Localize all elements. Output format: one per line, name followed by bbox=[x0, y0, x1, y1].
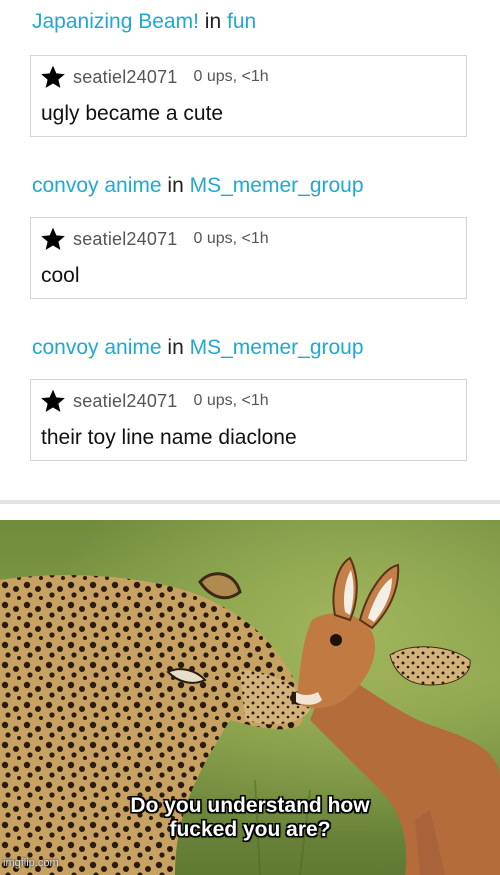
stream-link[interactable]: MS_memer_group bbox=[190, 174, 364, 197]
post-link[interactable]: convoy anime bbox=[32, 336, 162, 359]
section-divider bbox=[0, 500, 500, 504]
comment-stats: 0 ups, <1h bbox=[193, 68, 269, 85]
comment-card: seatiel24071 0 ups, <1h cool bbox=[30, 217, 467, 299]
in-label: in bbox=[167, 336, 184, 359]
meme-caption-line1: Do you understand how bbox=[130, 794, 370, 817]
stream-link[interactable]: MS_memer_group bbox=[190, 336, 364, 359]
stream-link[interactable]: fun bbox=[227, 10, 256, 33]
post-link[interactable]: Japanizing Beam! bbox=[32, 10, 199, 33]
star-icon[interactable] bbox=[39, 226, 67, 252]
meme-image: Do you understand how fucked you are? bbox=[0, 520, 500, 875]
star-icon[interactable] bbox=[39, 388, 67, 414]
comment-context: convoy anime in MS_memer_group bbox=[32, 336, 364, 360]
comment-text: ugly became a cute bbox=[41, 102, 224, 125]
star-icon[interactable] bbox=[39, 64, 67, 90]
in-label: in bbox=[204, 10, 222, 33]
comment-stats: 0 ups, <1h bbox=[193, 230, 269, 247]
comment-feed: Japanizing Beam! in fun seatiel24071 0 u… bbox=[0, 0, 500, 505]
comment-meta: seatiel24071 0 ups, <1h bbox=[39, 388, 269, 414]
username-link[interactable]: seatiel24071 bbox=[73, 229, 178, 250]
comment-card: seatiel24071 0 ups, <1h their toy line n… bbox=[30, 379, 467, 461]
comment-text: their toy line name diaclone bbox=[41, 426, 297, 449]
username-link[interactable]: seatiel24071 bbox=[73, 391, 178, 412]
in-label: in bbox=[167, 174, 184, 197]
username-link[interactable]: seatiel24071 bbox=[73, 67, 178, 88]
post-link[interactable]: convoy anime bbox=[32, 174, 162, 197]
comment-text: cool bbox=[41, 264, 80, 287]
comment-stats: 0 ups, <1h bbox=[193, 392, 269, 409]
watermark: imgflip.com bbox=[3, 857, 59, 869]
comment-meta: seatiel24071 0 ups, <1h bbox=[39, 226, 269, 252]
comment-context: convoy anime in MS_memer_group bbox=[32, 174, 364, 198]
comment-context: Japanizing Beam! in fun bbox=[32, 10, 256, 34]
meme-caption-line2: fucked you are? bbox=[169, 818, 331, 841]
comment-card: seatiel24071 0 ups, <1h ugly became a cu… bbox=[30, 55, 467, 137]
comment-meta: seatiel24071 0 ups, <1h bbox=[39, 64, 269, 90]
